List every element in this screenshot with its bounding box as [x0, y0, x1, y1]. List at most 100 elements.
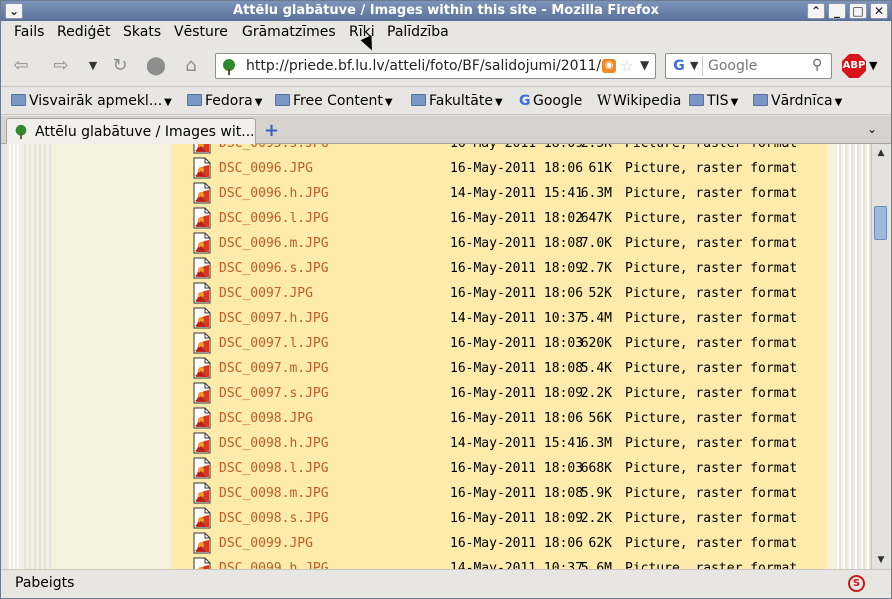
file-link[interactable]: DSC_0098.m.JPG: [219, 486, 329, 501]
url-bar[interactable]: http://priede.bf.lu.lv/atteli/foto/BF/sa…: [215, 53, 656, 79]
file-link[interactable]: DSC_0097.s.JPG: [219, 386, 329, 401]
file-link[interactable]: DSC_0096.JPG: [219, 161, 313, 176]
bookmark-item[interactable]: Visvairāk apmekl... ▼: [11, 93, 172, 109]
image-file-icon[interactable]: [192, 457, 212, 479]
file-link[interactable]: DSC_0099.h.JPG: [219, 561, 329, 569]
image-file-icon[interactable]: [192, 382, 212, 404]
scroll-down-arrow-icon[interactable]: ▼: [874, 553, 888, 567]
close-icon[interactable]: ✕: [870, 3, 888, 19]
file-description: Picture, raster format: [625, 386, 798, 401]
file-description: Picture, raster format: [625, 311, 798, 326]
file-link[interactable]: DSC_0096.s.JPG: [219, 261, 329, 276]
stop-icon[interactable]: ⬤: [144, 54, 168, 78]
tab-list-chevron-icon[interactable]: ⌄: [867, 122, 877, 136]
image-file-icon[interactable]: [192, 157, 212, 179]
file-link[interactable]: DSC_0095.s.JPG: [219, 144, 329, 151]
bookmark-item[interactable]: Vārdnīca ▼: [753, 93, 842, 109]
file-date: 16-May-2011 18:08: [450, 486, 584, 501]
search-magnifier-icon[interactable]: ⚲: [812, 57, 822, 73]
minimize-icon[interactable]: _: [828, 3, 846, 19]
menu-item[interactable]: Fails: [13, 24, 45, 40]
bookmark-item[interactable]: Fedora ▼: [187, 93, 262, 109]
shade-window-icon[interactable]: ⌃: [807, 3, 825, 19]
bookmark-item[interactable]: TIS ▼: [689, 93, 738, 109]
scroll-up-arrow-icon[interactable]: ▲: [874, 146, 888, 160]
file-size: 5.4M: [580, 311, 612, 326]
file-size: 5.9K: [580, 486, 612, 501]
tab-active[interactable]: Attēlu glabātuve / Images wit...: [6, 118, 256, 144]
file-link[interactable]: DSC_0098.l.JPG: [219, 461, 329, 476]
image-file-icon[interactable]: [192, 282, 212, 304]
bookmark-item[interactable]: G Google: [519, 93, 582, 109]
file-link[interactable]: DSC_0097.JPG: [219, 286, 313, 301]
file-link[interactable]: DSC_0096.m.JPG: [219, 236, 329, 251]
image-file-icon[interactable]: [192, 257, 212, 279]
reload-icon[interactable]: ↻: [108, 54, 132, 78]
scrollbar-thumb[interactable]: [874, 206, 887, 240]
image-file-icon[interactable]: [192, 507, 212, 529]
menu-item[interactable]: Vēsture: [173, 24, 229, 40]
file-link[interactable]: DSC_0097.l.JPG: [219, 336, 329, 351]
image-file-icon[interactable]: [192, 232, 212, 254]
image-file-icon[interactable]: [192, 144, 212, 154]
image-file-icon[interactable]: [192, 482, 212, 504]
file-description: Picture, raster format: [625, 186, 798, 201]
chevron-down-icon: ▼: [384, 97, 393, 108]
chevron-down-icon: ▼: [730, 97, 739, 108]
image-file-icon[interactable]: [192, 182, 212, 204]
image-file-icon[interactable]: [192, 532, 212, 554]
adblock-status-icon[interactable]: S: [848, 575, 865, 592]
adblock-dropdown-icon[interactable]: ▼: [869, 59, 877, 72]
adblock-plus-icon[interactable]: ABP: [842, 54, 866, 78]
title-bar[interactable]: ⌄ Attēlu glabātuve / Images within this …: [1, 1, 891, 21]
rss-feed-icon[interactable]: ◉: [602, 59, 616, 73]
image-file-icon[interactable]: [192, 332, 212, 354]
forward-arrow-icon[interactable]: ⇨: [49, 54, 73, 78]
folder-icon: [11, 94, 26, 106]
file-link[interactable]: DSC_0097.h.JPG: [219, 311, 329, 326]
history-dropdown-icon[interactable]: ▼: [81, 54, 105, 78]
image-file-icon[interactable]: [192, 557, 212, 569]
file-link[interactable]: DSC_0096.l.JPG: [219, 211, 329, 226]
bookmark-star-icon[interactable]: ☆: [620, 57, 633, 75]
google-icon: G: [519, 93, 531, 109]
search-engine-dropdown-icon[interactable]: ▼: [690, 59, 698, 72]
home-icon[interactable]: ⌂: [179, 54, 203, 78]
image-file-icon[interactable]: [192, 207, 212, 229]
file-link[interactable]: DSC_0098.JPG: [219, 411, 313, 426]
image-file-icon[interactable]: [192, 357, 212, 379]
maximize-icon[interactable]: □: [849, 3, 867, 19]
search-bar[interactable]: G ▼ ⚲: [665, 53, 832, 79]
file-link[interactable]: DSC_0099.JPG: [219, 536, 313, 551]
file-date: 16-May-2011 18:08: [450, 361, 584, 376]
image-file-icon[interactable]: [192, 407, 212, 429]
file-size: 62K: [588, 536, 612, 551]
file-link[interactable]: DSC_0098.s.JPG: [219, 511, 329, 526]
file-size: 2.2K: [580, 386, 612, 401]
new-tab-plus-icon[interactable]: +: [264, 120, 279, 141]
file-size: 61K: [588, 161, 612, 176]
file-link[interactable]: DSC_0097.m.JPG: [219, 361, 329, 376]
file-link[interactable]: DSC_0098.h.JPG: [219, 436, 329, 451]
menu-item[interactable]: Grāmatzīmes: [241, 24, 337, 40]
google-engine-icon[interactable]: G: [670, 58, 688, 76]
file-description: Picture, raster format: [625, 144, 797, 151]
bookmark-item[interactable]: Free Content ▼: [275, 93, 393, 109]
bookmark-item[interactable]: Fakultāte ▼: [411, 93, 503, 109]
url-text[interactable]: http://priede.bf.lu.lv/atteli/foto/BF/sa…: [246, 58, 601, 74]
image-file-icon[interactable]: [192, 432, 212, 454]
bookmark-item[interactable]: W Wikipedia: [597, 93, 681, 109]
search-input[interactable]: [708, 58, 808, 74]
url-dropdown-icon[interactable]: ▼: [640, 58, 649, 72]
back-arrow-icon[interactable]: ⇦: [9, 54, 33, 78]
menu-item[interactable]: Palīdzība: [386, 24, 450, 40]
file-description: Picture, raster format: [625, 286, 798, 301]
file-link[interactable]: DSC_0096.h.JPG: [219, 186, 329, 201]
menu-item[interactable]: Skats: [122, 24, 162, 40]
vertical-scrollbar[interactable]: ▲ ▼: [871, 144, 889, 569]
menu-item[interactable]: Rediģēt: [56, 24, 111, 40]
file-description: Picture, raster format: [625, 236, 798, 251]
image-file-icon[interactable]: [192, 307, 212, 329]
chevron-down-icon: ▼: [164, 97, 172, 108]
file-date: 16-May-2011 18:02: [450, 211, 584, 226]
